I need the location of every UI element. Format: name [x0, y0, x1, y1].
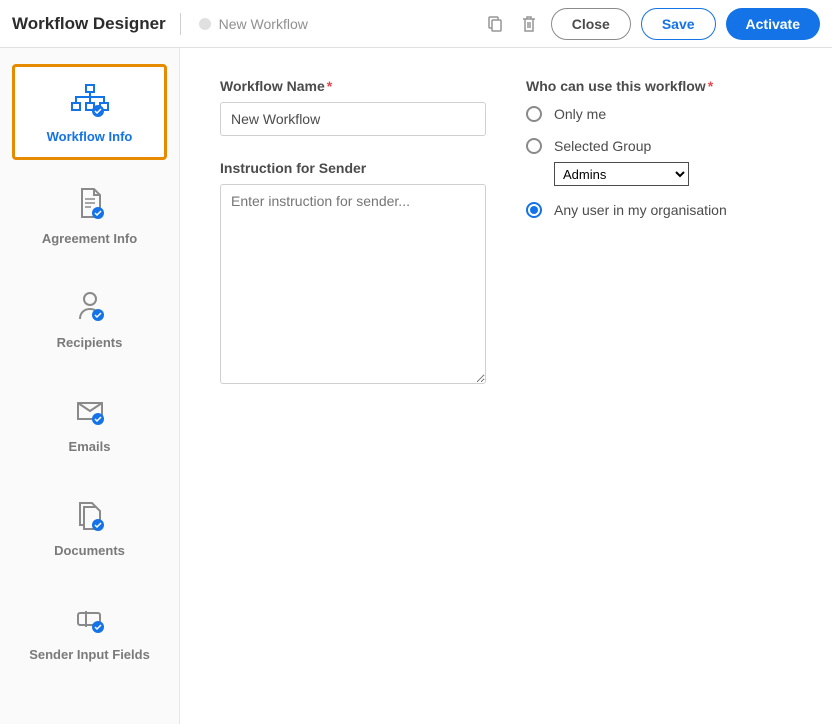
radio-any-user[interactable]	[526, 202, 542, 218]
sidebar: Workflow Info Agreement Info	[0, 48, 180, 724]
sidebar-item-emails[interactable]: Emails	[12, 372, 167, 472]
sidebar-item-agreement-info[interactable]: Agreement Info	[12, 164, 167, 264]
trash-icon[interactable]	[517, 12, 541, 36]
sidebar-item-recipients[interactable]: Recipients	[12, 268, 167, 368]
who-can-use-label: Who can use this workflow*	[526, 78, 792, 94]
radio-only-me[interactable]	[526, 106, 542, 122]
breadcrumb-label: New Workflow	[219, 16, 308, 32]
who-can-use-radio-group: Only me Selected Group Admins	[526, 106, 792, 218]
documents-icon	[68, 495, 112, 535]
save-button[interactable]: Save	[641, 8, 716, 40]
instruction-textarea[interactable]	[220, 184, 486, 384]
sidebar-item-label: Emails	[69, 439, 111, 454]
sidebar-item-label: Workflow Info	[47, 129, 133, 144]
radio-only-me-label: Only me	[554, 106, 606, 122]
sidebar-item-label: Documents	[54, 543, 125, 558]
workflow-info-icon	[68, 81, 112, 121]
header-actions: Close Save Activate	[483, 8, 820, 40]
radio-selected-group[interactable]	[526, 138, 542, 154]
main-panel: Workflow Name* Instruction for Sender Wh…	[180, 48, 832, 724]
workflow-name-label: Workflow Name*	[220, 78, 486, 94]
close-button[interactable]: Close	[551, 8, 631, 40]
recipients-icon	[68, 287, 112, 327]
sidebar-item-workflow-info[interactable]: Workflow Info	[12, 64, 167, 160]
selected-group-select[interactable]: Admins	[554, 162, 689, 186]
sidebar-item-label: Sender Input Fields	[29, 647, 150, 662]
sidebar-item-label: Agreement Info	[42, 231, 137, 246]
breadcrumb: New Workflow	[199, 16, 308, 32]
radio-any-user-label: Any user in my organisation	[554, 202, 727, 218]
activate-button[interactable]: Activate	[726, 8, 820, 40]
copy-icon[interactable]	[483, 12, 507, 36]
sender-input-fields-icon	[68, 599, 112, 639]
header: Workflow Designer New Workflow Close Sav…	[0, 0, 832, 48]
workflow-name-input[interactable]	[220, 102, 486, 136]
header-divider	[180, 13, 181, 35]
radio-selected-group-label: Selected Group	[554, 138, 651, 154]
breadcrumb-status-dot	[199, 18, 211, 30]
sidebar-item-documents[interactable]: Documents	[12, 476, 167, 576]
instruction-label: Instruction for Sender	[220, 160, 486, 176]
sidebar-item-sender-input-fields[interactable]: Sender Input Fields	[12, 580, 167, 680]
app-title: Workflow Designer	[12, 14, 180, 34]
sidebar-item-label: Recipients	[57, 335, 123, 350]
agreement-info-icon	[68, 183, 112, 223]
emails-icon	[68, 391, 112, 431]
